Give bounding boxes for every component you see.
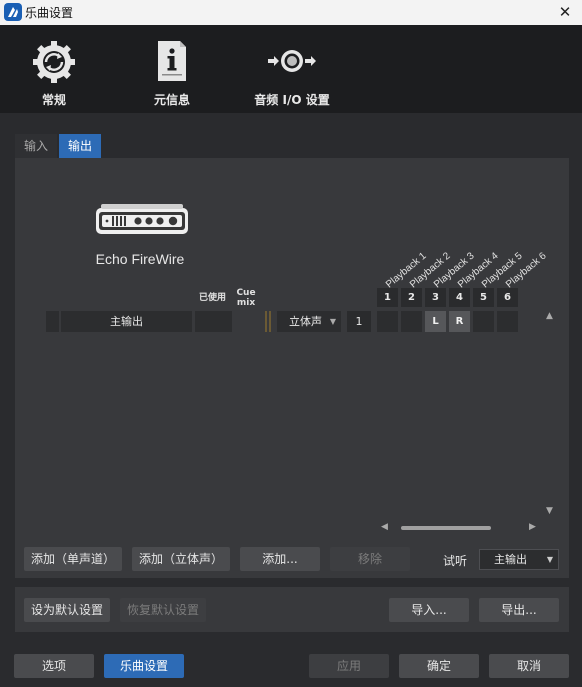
- output-matrix-panel: Echo FireWire 已使用 Cue mix Playback 1 Pla…: [15, 158, 569, 578]
- channel-header-5: 5: [473, 288, 494, 307]
- category-metainfo[interactable]: 元信息: [132, 25, 212, 113]
- channel-header-3: 3: [425, 288, 446, 307]
- scroll-right-arrow-icon[interactable]: ▶: [529, 522, 536, 532]
- assignment-cell-6[interactable]: [497, 311, 518, 332]
- category-audio-io[interactable]: 音频 I/O 设置: [242, 25, 342, 113]
- cancel-button[interactable]: 取消: [489, 654, 569, 678]
- assignment-cell-3[interactable]: L: [425, 311, 446, 332]
- add-mono-button[interactable]: 添加（单声道）: [24, 547, 122, 571]
- channel-count-field[interactable]: 1: [347, 311, 371, 332]
- tab-output[interactable]: 输出: [59, 134, 102, 158]
- add-button[interactable]: 添加...: [240, 547, 320, 571]
- options-button[interactable]: 选项: [14, 654, 94, 678]
- chevron-down-icon: ▼: [329, 317, 336, 326]
- close-icon[interactable]: ✕: [556, 2, 574, 22]
- category-bar: 常规 元信息 音频 I/O 设置: [0, 25, 582, 113]
- title-bar: 乐曲设置 ✕: [0, 0, 582, 25]
- assignment-cell-4[interactable]: R: [449, 311, 470, 332]
- restore-default-button[interactable]: 恢复默认设置: [120, 598, 206, 622]
- cue-mix-divider: [265, 311, 267, 332]
- preview-output-select[interactable]: 主输出 ▼: [479, 549, 559, 570]
- assignment-cell-1[interactable]: [377, 311, 398, 332]
- channel-header-1: 1: [377, 288, 398, 307]
- apply-button[interactable]: 应用: [309, 654, 389, 678]
- preview-label: 试听: [443, 554, 468, 568]
- category-metainfo-label: 元信息: [153, 93, 190, 107]
- scroll-down-arrow-icon[interactable]: ▼: [546, 506, 553, 516]
- scroll-up-arrow-icon[interactable]: ▲: [546, 311, 553, 321]
- channel-header-4: 4: [449, 288, 470, 307]
- preview-output-value: 主输出: [494, 553, 527, 566]
- cue-mix-column-header: Cue mix: [235, 288, 257, 308]
- assignment-cell-5[interactable]: [473, 311, 494, 332]
- tab-input[interactable]: 输入: [15, 134, 58, 158]
- used-column-header: 已使用: [199, 293, 227, 303]
- set-default-button[interactable]: 设为默认设置: [24, 598, 110, 622]
- info-document-icon: [155, 39, 189, 86]
- ok-button[interactable]: 确定: [399, 654, 479, 678]
- horizontal-scrollbar-thumb[interactable]: [401, 526, 491, 530]
- scroll-left-arrow-icon[interactable]: ◀: [381, 522, 388, 532]
- category-general-label: 常规: [41, 93, 66, 107]
- used-checkbox-cell[interactable]: [195, 311, 232, 332]
- channel-header-6: 6: [497, 288, 518, 307]
- channel-format-select[interactable]: 立体声 ▼: [277, 311, 341, 332]
- category-audio-io-label: 音频 I/O 设置: [254, 93, 330, 107]
- chevron-down-icon: ▼: [546, 555, 553, 564]
- window-title: 乐曲设置: [25, 6, 74, 20]
- remove-button[interactable]: 移除: [330, 547, 410, 571]
- audio-io-icon: [264, 39, 320, 86]
- cue-mix-column-header-text: Cue mix: [236, 288, 256, 308]
- output-name-field[interactable]: 主输出: [61, 311, 192, 332]
- channel-header-2: 2: [401, 288, 422, 307]
- category-general[interactable]: 常规: [14, 25, 94, 113]
- import-button[interactable]: 导入...: [389, 598, 469, 622]
- gear-refresh-icon: [31, 39, 77, 88]
- device-name: Echo FireWire: [95, 251, 185, 267]
- audio-interface-device-icon: [95, 204, 189, 239]
- app-logo-icon: [4, 3, 22, 21]
- song-setup-button[interactable]: 乐曲设置: [104, 654, 184, 678]
- cue-mix-divider: [269, 311, 271, 332]
- row-drag-handle[interactable]: [46, 311, 59, 332]
- export-button[interactable]: 导出...: [479, 598, 559, 622]
- channel-format-value: 立体声: [289, 315, 322, 328]
- assignment-cell-2[interactable]: [401, 311, 422, 332]
- add-stereo-button[interactable]: 添加（立体声）: [132, 547, 230, 571]
